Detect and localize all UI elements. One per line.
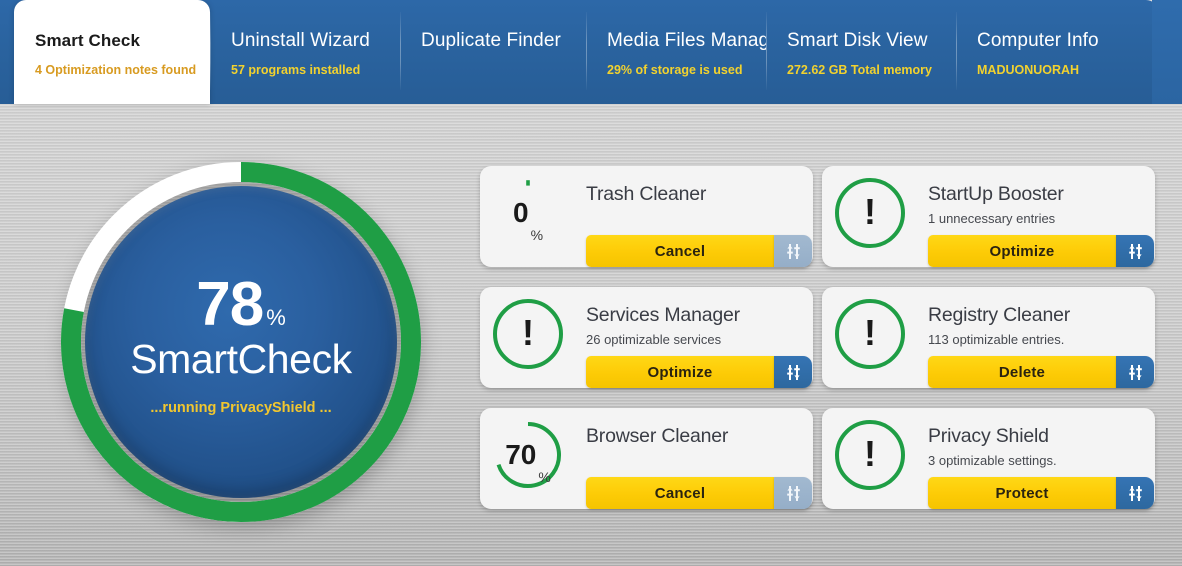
card-action-button[interactable]: Cancel xyxy=(586,235,774,267)
card-settings-button[interactable] xyxy=(1116,235,1154,267)
card-status-icon: ! xyxy=(493,299,571,377)
tab-title: Smart Disk View xyxy=(787,30,928,51)
progress-percent-value: 70 xyxy=(505,439,537,470)
gauge-percent-sign: % xyxy=(266,304,286,330)
progress-percent-sign: % xyxy=(530,227,544,243)
card-browser-cleaner: 70 % Browser Cleaner Cancel xyxy=(480,408,813,509)
card-settings-button[interactable] xyxy=(774,356,812,388)
tab-computer-info[interactable]: Computer Info MADUONUORAH xyxy=(956,0,1158,104)
card-action-row: Optimize xyxy=(928,235,1154,267)
alert-exclamation-glyph: ! xyxy=(864,312,876,353)
card-subtitle: 113 optimizable entries. xyxy=(928,332,1065,347)
card-privacy-shield: ! Privacy Shield 3 optimizable settings. … xyxy=(822,408,1155,509)
app-window: Smart Check 4 Optimization notes found Uni… xyxy=(0,0,1182,566)
sliders-icon xyxy=(1128,243,1142,259)
card-registry-cleaner: ! Registry Cleaner 113 optimizable entrie… xyxy=(822,287,1155,388)
tab-smart-check[interactable]: Smart Check 4 Optimization notes found xyxy=(14,0,210,104)
card-subtitle: 3 optimizable settings. xyxy=(928,453,1057,468)
tab-title: Uninstall Wizard xyxy=(231,30,370,51)
card-status-icon: ! xyxy=(835,178,913,256)
card-status-icon: ! xyxy=(835,420,913,498)
tab-separator xyxy=(210,12,211,90)
card-subtitle: 1 unnecessary entries xyxy=(928,211,1056,226)
alert-exclamation-glyph: ! xyxy=(522,312,534,353)
card-title: Trash Cleaner xyxy=(586,183,707,205)
progress-percent-value: 0 xyxy=(512,197,529,228)
card-settings-button[interactable] xyxy=(1116,356,1154,388)
sliders-icon xyxy=(1128,364,1142,380)
card-title: Registry Cleaner xyxy=(928,304,1071,326)
gauge-label: SmartCheck xyxy=(130,335,352,382)
tab-subtitle: 272.62 GB Total memory xyxy=(787,63,932,77)
tab-separator xyxy=(400,12,401,90)
card-status-icon: 70 % xyxy=(493,420,571,498)
tab-title: Duplicate Finder xyxy=(421,30,561,51)
gauge-percent-value: 78 xyxy=(196,269,264,339)
card-action-row: Optimize xyxy=(586,356,812,388)
card-action-row: Cancel xyxy=(586,477,812,509)
card-settings-button[interactable] xyxy=(774,235,812,267)
card-action-button[interactable]: Optimize xyxy=(928,235,1116,267)
card-services-manager: ! Services Manager 26 optimizable service… xyxy=(480,287,813,388)
tab-separator xyxy=(766,12,767,90)
tab-subtitle: 29% of storage is used xyxy=(607,63,743,77)
tab-uninstall-wizard[interactable]: Uninstall Wizard 57 programs installed xyxy=(210,0,400,104)
main-tab-bar: Smart Check 4 Optimization notes found Uni… xyxy=(0,0,1182,104)
tab-smart-disk-view[interactable]: Smart Disk View 272.62 GB Total memory xyxy=(766,0,956,104)
sliders-icon xyxy=(1128,485,1142,501)
card-settings-button[interactable] xyxy=(774,477,812,509)
sliders-icon xyxy=(786,364,800,380)
tab-separator xyxy=(586,12,587,90)
tab-subtitle: 4 Optimization notes found xyxy=(35,63,197,77)
card-title: Browser Cleaner xyxy=(586,425,729,447)
tab-title: Smart Check xyxy=(35,31,141,50)
sliders-icon xyxy=(786,485,800,501)
alert-exclamation-glyph: ! xyxy=(864,191,876,232)
card-title: StartUp Booster xyxy=(928,183,1064,205)
gauge-status-text: ...running PrivacyShield ... xyxy=(150,399,332,416)
card-action-button[interactable]: Optimize xyxy=(586,356,774,388)
tab-media-files-manager[interactable]: Media Files Manager 29% of storage is use… xyxy=(586,0,766,104)
card-settings-button[interactable] xyxy=(1116,477,1154,509)
card-startup-booster: ! StartUp Booster 1 unnecessary entries O… xyxy=(822,166,1155,267)
card-title: Privacy Shield xyxy=(928,425,1049,447)
smartcheck-gauge[interactable]: 78 % SmartCheck ...running PrivacyShield… xyxy=(57,158,425,528)
tab-title: Media Files Manager xyxy=(607,30,766,51)
tab-duplicate-finder[interactable]: Duplicate Finder xyxy=(400,0,586,104)
gauge-readout: 78 % SmartCheck ...running PrivacyShield… xyxy=(57,158,425,526)
gauge-percent-row: 78 % xyxy=(196,269,286,340)
tab-title: Computer Info xyxy=(977,30,1099,51)
card-status-icon: ! xyxy=(835,299,913,377)
tab-subtitle: MADUONUORAH xyxy=(977,63,1080,77)
progress-percent-sign: % xyxy=(538,469,551,485)
card-status-icon: 0 % xyxy=(493,178,571,256)
card-action-row: Delete xyxy=(928,356,1154,388)
progress-percent: 70 % xyxy=(493,420,563,490)
card-action-button[interactable]: Cancel xyxy=(586,477,774,509)
card-action-row: Cancel xyxy=(586,235,812,267)
progress-percent: 0 % xyxy=(493,178,563,248)
card-action-button[interactable]: Delete xyxy=(928,356,1116,388)
tab-subtitle: 57 programs installed xyxy=(231,63,361,77)
alert-exclamation-glyph: ! xyxy=(864,433,876,474)
card-trash-cleaner: 0 % Trash Cleaner Cancel xyxy=(480,166,813,267)
card-action-button[interactable]: Protect xyxy=(928,477,1116,509)
tab-separator xyxy=(956,12,957,90)
sliders-icon xyxy=(786,243,800,259)
card-title: Services Manager xyxy=(586,304,740,326)
card-action-row: Protect xyxy=(928,477,1154,509)
card-subtitle: 26 optimizable services xyxy=(586,332,722,347)
